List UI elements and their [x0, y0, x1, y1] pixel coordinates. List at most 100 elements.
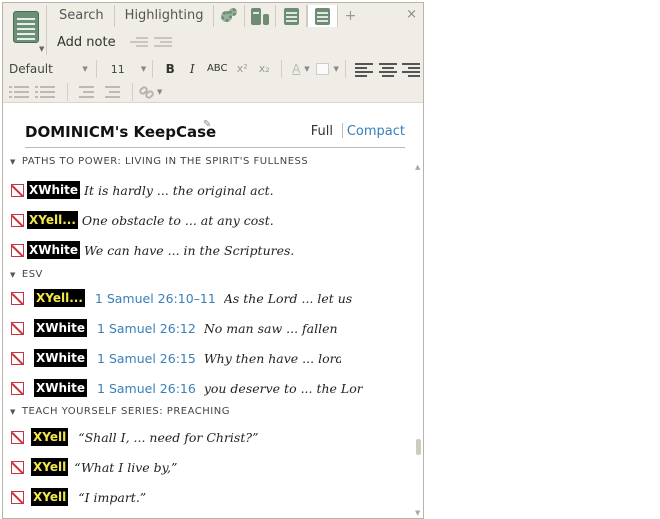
- verse-reference-link[interactable]: 1 Samuel 26:15: [97, 351, 196, 366]
- note-actions: Add note: [49, 29, 172, 55]
- list-item[interactable]: XYell... One obstacle to ... at any cost…: [3, 207, 413, 233]
- style-select[interactable]: Default ▼: [9, 59, 90, 79]
- highlight-excerpt: Why then have ... lord a: [203, 350, 341, 366]
- remove-highlight-icon[interactable]: [11, 381, 24, 395]
- bulleted-list-icon[interactable]: [9, 85, 29, 99]
- divider: [67, 83, 68, 101]
- highlight-style-badge: XWhite: [27, 241, 81, 259]
- indent-icon[interactable]: [153, 35, 172, 49]
- divider: [344, 60, 346, 78]
- font-color-button[interactable]: A: [288, 59, 304, 79]
- outdent-icon[interactable]: [129, 35, 148, 49]
- highlight-color-button[interactable]: [315, 63, 330, 75]
- smallcaps-button[interactable]: ABC: [203, 59, 231, 79]
- link-icon[interactable]: [137, 84, 156, 101]
- list-item[interactable]: XWhite We can have ... in the Scriptures…: [3, 237, 413, 263]
- divider: [342, 123, 343, 138]
- highlight-style-badge: XWhite: [34, 379, 88, 397]
- chevron-down-icon: ▼: [140, 65, 147, 73]
- remove-highlight-icon[interactable]: [11, 430, 24, 444]
- chevron-down-icon: ▼: [304, 65, 310, 73]
- edit-title-icon[interactable]: ✎: [203, 119, 211, 130]
- remove-highlight-icon[interactable]: [11, 490, 24, 504]
- remove-highlight-icon[interactable]: [11, 351, 24, 365]
- align-left-icon[interactable]: [354, 62, 373, 77]
- chevron-down-icon: ▼: [39, 45, 45, 53]
- tab-highlighting[interactable]: Highlighting: [115, 5, 215, 27]
- section-heading[interactable]: ▼ PATHS TO POWER: LIVING IN THE SPIRIT'S …: [3, 153, 413, 171]
- verse-reference-link[interactable]: 1 Samuel 26:10–11: [95, 291, 216, 306]
- italic-button[interactable]: I: [181, 59, 203, 79]
- highlight-excerpt: you deserve to ... the Lord.: [203, 380, 363, 396]
- highlight-style-badge: XYell: [31, 428, 69, 446]
- panel-menu-button[interactable]: ▼: [5, 5, 47, 55]
- numbered-list-icon[interactable]: [35, 85, 55, 99]
- subscript-button[interactable]: x₂: [253, 59, 275, 79]
- list-item[interactable]: XYell “I impart.”: [3, 484, 413, 510]
- highlight-excerpt: We can have ... in the Scriptures.: [84, 242, 295, 258]
- section-heading-label: TEACH YOURSELF SERIES: PREACHING: [21, 406, 230, 417]
- verse-reference-link[interactable]: 1 Samuel 26:12: [97, 321, 196, 336]
- add-tab-button[interactable]: +: [338, 5, 362, 27]
- view-full-button[interactable]: Full: [311, 124, 333, 139]
- remove-highlight-icon[interactable]: [11, 321, 24, 335]
- list-item[interactable]: XWhite 1 Samuel 26:15 Why then have ... …: [3, 345, 341, 371]
- remove-highlight-icon[interactable]: [11, 183, 24, 197]
- close-icon[interactable]: ×: [406, 7, 417, 22]
- collapse-triangle-icon: ▼: [10, 408, 16, 416]
- toolbar: ▼ Search Highlighting + × Add note Defau…: [3, 3, 423, 103]
- section-heading[interactable]: ▼ TEACH YOURSELF SERIES: PREACHING: [3, 403, 413, 421]
- notes-panel: ▼ Search Highlighting + × Add note Defau…: [2, 2, 424, 519]
- chevron-down-icon: ▼: [333, 65, 339, 73]
- document-title[interactable]: DOMINICM's KeepCase: [25, 123, 216, 141]
- remove-highlight-icon[interactable]: [11, 460, 24, 474]
- highlight-style-badge: XWhite: [27, 181, 81, 199]
- section-heading-label: PATHS TO POWER: LIVING IN THE SPIRIT'S F…: [21, 156, 309, 167]
- list-item[interactable]: XWhite It is hardly ... the original act…: [3, 177, 413, 203]
- gears-icon: [221, 8, 238, 24]
- highlight-style-badge: XWhite: [34, 349, 88, 367]
- list-item[interactable]: XWhite 1 Samuel 26:12 No man saw ... fal…: [3, 315, 341, 341]
- highlight-excerpt: “I impart.”: [78, 489, 147, 505]
- scroll-down-arrow[interactable]: ▼: [415, 509, 420, 517]
- highlight-excerpt: No man saw ... fallen up: [203, 320, 341, 336]
- tab-bar: Search Highlighting +: [49, 5, 362, 27]
- highlight-excerpt: As the Lord ... let us: [223, 290, 353, 306]
- library-icon: [251, 7, 262, 25]
- divider: [152, 60, 154, 78]
- scrollbar-thumb[interactable]: [416, 439, 421, 455]
- highlight-excerpt: It is hardly ... the original act.: [84, 182, 274, 198]
- section-heading-label: ESV: [21, 269, 43, 280]
- list-item[interactable]: XWhite 1 Samuel 26:16 you deserve to ...…: [3, 375, 363, 401]
- section-heading[interactable]: ▼ ESV: [3, 266, 413, 284]
- divider: [132, 83, 133, 101]
- tab-notes-active[interactable]: [307, 5, 339, 27]
- remove-highlight-icon[interactable]: [11, 243, 24, 257]
- tab-library[interactable]: [245, 5, 277, 27]
- chevron-down-icon: ▼: [82, 65, 88, 73]
- superscript-button[interactable]: x²: [231, 59, 253, 79]
- highlight-style-badge: XWhite: [34, 319, 88, 337]
- scroll-up-arrow[interactable]: ▲: [415, 163, 420, 171]
- tab-tools[interactable]: [214, 5, 246, 27]
- verse-reference-link[interactable]: 1 Samuel 26:16: [97, 381, 196, 396]
- list-item[interactable]: XYell “Shall I, ... need for Christ?”: [3, 424, 413, 450]
- highlight-excerpt: “What I live by,”: [74, 459, 178, 475]
- format-row: Default ▼ 11 ▼ B I ABC x² x₂ A ▼ ▼: [3, 57, 423, 81]
- font-size-select[interactable]: 11 ▼: [111, 59, 146, 79]
- remove-highlight-icon[interactable]: [11, 213, 24, 227]
- align-center-icon[interactable]: [378, 62, 397, 77]
- list-item[interactable]: XYell... 1 Samuel 26:10–11 As the Lord .…: [3, 285, 387, 311]
- align-right-icon[interactable]: [402, 62, 421, 77]
- decrease-indent-icon[interactable]: [74, 85, 94, 99]
- bold-button[interactable]: B: [159, 59, 181, 79]
- divider: [95, 60, 97, 78]
- add-note-button[interactable]: Add note: [49, 35, 124, 50]
- tab-search[interactable]: Search: [49, 5, 115, 27]
- view-compact-button[interactable]: Compact: [347, 124, 405, 139]
- increase-indent-icon[interactable]: [100, 85, 120, 99]
- highlight-style-badge: XYell...: [34, 289, 85, 307]
- remove-highlight-icon[interactable]: [11, 291, 24, 305]
- tab-notes[interactable]: [276, 5, 308, 27]
- list-item[interactable]: XYell “What I live by,”: [3, 454, 413, 480]
